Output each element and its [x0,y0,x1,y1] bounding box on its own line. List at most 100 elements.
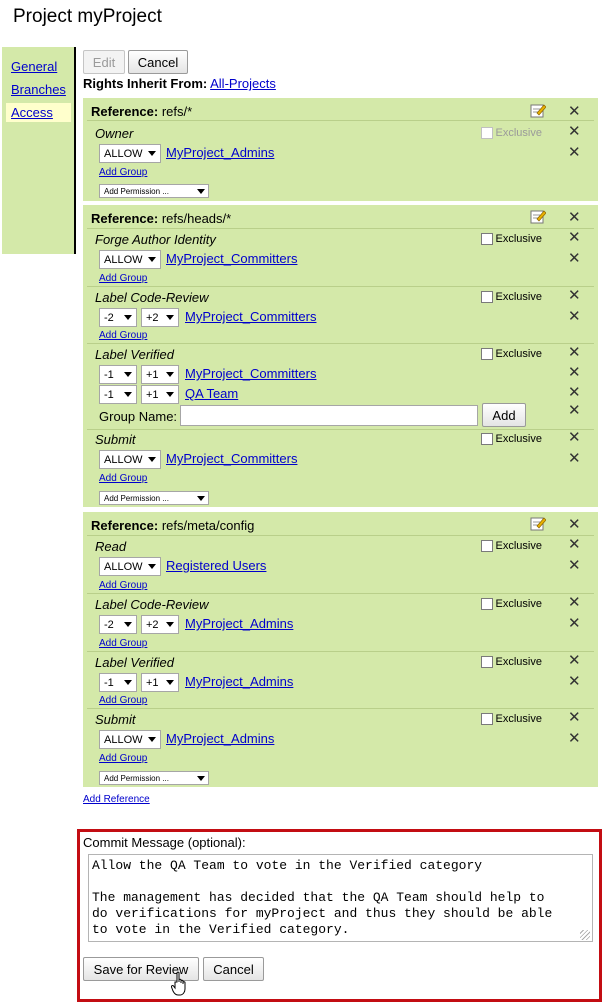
exclusive-checkbox[interactable]: Exclusive [480,127,542,139]
add-reference-link[interactable]: Add Reference [83,794,150,805]
add-group-link[interactable]: Add Group [99,330,147,341]
checkbox-box[interactable] [480,127,493,139]
group-link[interactable]: MyProject_Admins [185,674,293,689]
rights-inherit-label: Rights Inherit From: [83,76,208,91]
remove-permission-icon[interactable]: ✕ [568,710,581,725]
hand-cursor-icon [171,971,186,996]
remove-permission-icon[interactable]: ✕ [568,288,581,303]
max-value-select[interactable]: +2 [141,615,179,634]
commit-cancel-button[interactable]: Cancel [203,957,264,981]
add-group-link[interactable]: Add Group [99,473,147,484]
checkbox-box[interactable] [480,540,493,552]
edit-button[interactable]: Edit [83,50,125,74]
sidebar-item-general[interactable]: General [11,59,57,74]
max-value-select[interactable]: +1 [141,673,179,692]
remove-rule-icon[interactable]: ✕ [568,616,581,631]
checkbox-box[interactable] [480,598,493,610]
min-value-select[interactable]: -2 [99,615,137,634]
chevron-down-icon [166,372,174,377]
remove-rule-icon[interactable]: ✕ [568,674,581,689]
action-select[interactable]: ALLOW [99,557,161,576]
all-projects-link[interactable]: All-Projects [210,76,276,91]
chevron-down-icon [124,680,132,685]
remove-permission-icon[interactable]: ✕ [568,595,581,610]
exclusive-checkbox[interactable]: Exclusive [480,598,542,610]
remove-rule-icon[interactable]: ✕ [568,251,581,266]
max-value-select[interactable]: +2 [141,308,179,327]
checkbox-box[interactable] [480,291,493,303]
group-link[interactable]: MyProject_Committers [185,309,316,324]
min-value-select[interactable]: -2 [99,308,137,327]
exclusive-checkbox[interactable]: Exclusive [480,291,542,303]
exclusive-label: Exclusive [495,656,542,668]
exclusive-checkbox[interactable]: Exclusive [480,540,542,552]
add-permission-select[interactable]: Add Permission ... [99,771,209,785]
permission-name: Label Code-Review [95,290,209,305]
exclusive-checkbox[interactable]: Exclusive [480,656,542,668]
remove-permission-icon[interactable]: ✕ [568,230,581,245]
max-value-select[interactable]: +1 [141,365,179,384]
remove-rule-icon[interactable]: ✕ [568,309,581,324]
remove-rule-icon[interactable]: ✕ [568,451,581,466]
group-link[interactable]: MyProject_Admins [185,616,293,631]
add-group-link[interactable]: Add Group [99,167,147,178]
min-value-select[interactable]: -1 [99,385,137,404]
action-select[interactable]: ALLOW [99,144,161,163]
remove-rule-icon[interactable]: ✕ [568,731,581,746]
cancel-button[interactable]: Cancel [128,50,188,74]
remove-reference-icon[interactable]: ✕ [568,517,581,532]
min-value-select-value: -1 [104,388,114,401]
remove-rule-icon[interactable]: ✕ [568,365,581,380]
edit-pencil-icon[interactable] [530,103,546,118]
add-group-link[interactable]: Add Group [99,695,147,706]
remove-rule-icon[interactable]: ✕ [568,385,581,400]
group-link[interactable]: MyProject_Admins [166,731,274,746]
sidebar-item-branches[interactable]: Branches [11,82,66,97]
group-link[interactable]: MyProject_Committers [166,451,297,466]
checkbox-box[interactable] [480,713,493,725]
add-group-button[interactable]: Add [482,403,526,427]
exclusive-checkbox[interactable]: Exclusive [480,348,542,360]
resize-handle-icon[interactable] [580,930,590,940]
remove-permission-icon[interactable]: ✕ [568,537,581,552]
edit-pencil-icon[interactable] [530,516,546,531]
action-select[interactable]: ALLOW [99,730,161,749]
permission-block: Owner Exclusive ✕ ALLOW MyProject_Admins… [87,120,594,201]
action-select[interactable]: ALLOW [99,450,161,469]
add-group-link[interactable]: Add Group [99,273,147,284]
min-value-select[interactable]: -1 [99,673,137,692]
sidebar-item-access[interactable]: Access [6,103,71,122]
checkbox-box[interactable] [480,348,493,360]
edit-pencil-icon[interactable] [530,209,546,224]
group-link[interactable]: MyProject_Admins [166,145,274,160]
add-group-link[interactable]: Add Group [99,753,147,764]
add-group-link[interactable]: Add Group [99,638,147,649]
max-value-select[interactable]: +1 [141,385,179,404]
exclusive-checkbox[interactable]: Exclusive [480,433,542,445]
remove-reference-icon[interactable]: ✕ [568,210,581,225]
min-value-select[interactable]: -1 [99,365,137,384]
checkbox-box[interactable] [480,656,493,668]
group-link[interactable]: MyProject_Committers [166,251,297,266]
group-name-input[interactable] [180,405,478,426]
exclusive-checkbox[interactable]: Exclusive [480,233,542,245]
add-group-link[interactable]: Add Group [99,580,147,591]
add-permission-select[interactable]: Add Permission ... [99,184,209,198]
remove-rule-icon[interactable]: ✕ [568,145,581,160]
group-link[interactable]: Registered Users [166,558,266,573]
commit-message-textarea[interactable]: Allow the QA Team to vote in the Verifie… [88,854,593,942]
remove-reference-icon[interactable]: ✕ [568,104,581,119]
remove-permission-icon[interactable]: ✕ [568,345,581,360]
remove-permission-icon[interactable]: ✕ [568,124,581,139]
exclusive-checkbox[interactable]: Exclusive [480,713,542,725]
remove-permission-icon[interactable]: ✕ [568,653,581,668]
group-link[interactable]: QA Team [185,386,238,401]
remove-group-entry-icon[interactable]: ✕ [568,403,581,418]
checkbox-box[interactable] [480,233,493,245]
remove-rule-icon[interactable]: ✕ [568,558,581,573]
action-select[interactable]: ALLOW [99,250,161,269]
checkbox-box[interactable] [480,433,493,445]
add-permission-select[interactable]: Add Permission ... [99,491,209,505]
remove-permission-icon[interactable]: ✕ [568,430,581,445]
group-link[interactable]: MyProject_Committers [185,366,316,381]
